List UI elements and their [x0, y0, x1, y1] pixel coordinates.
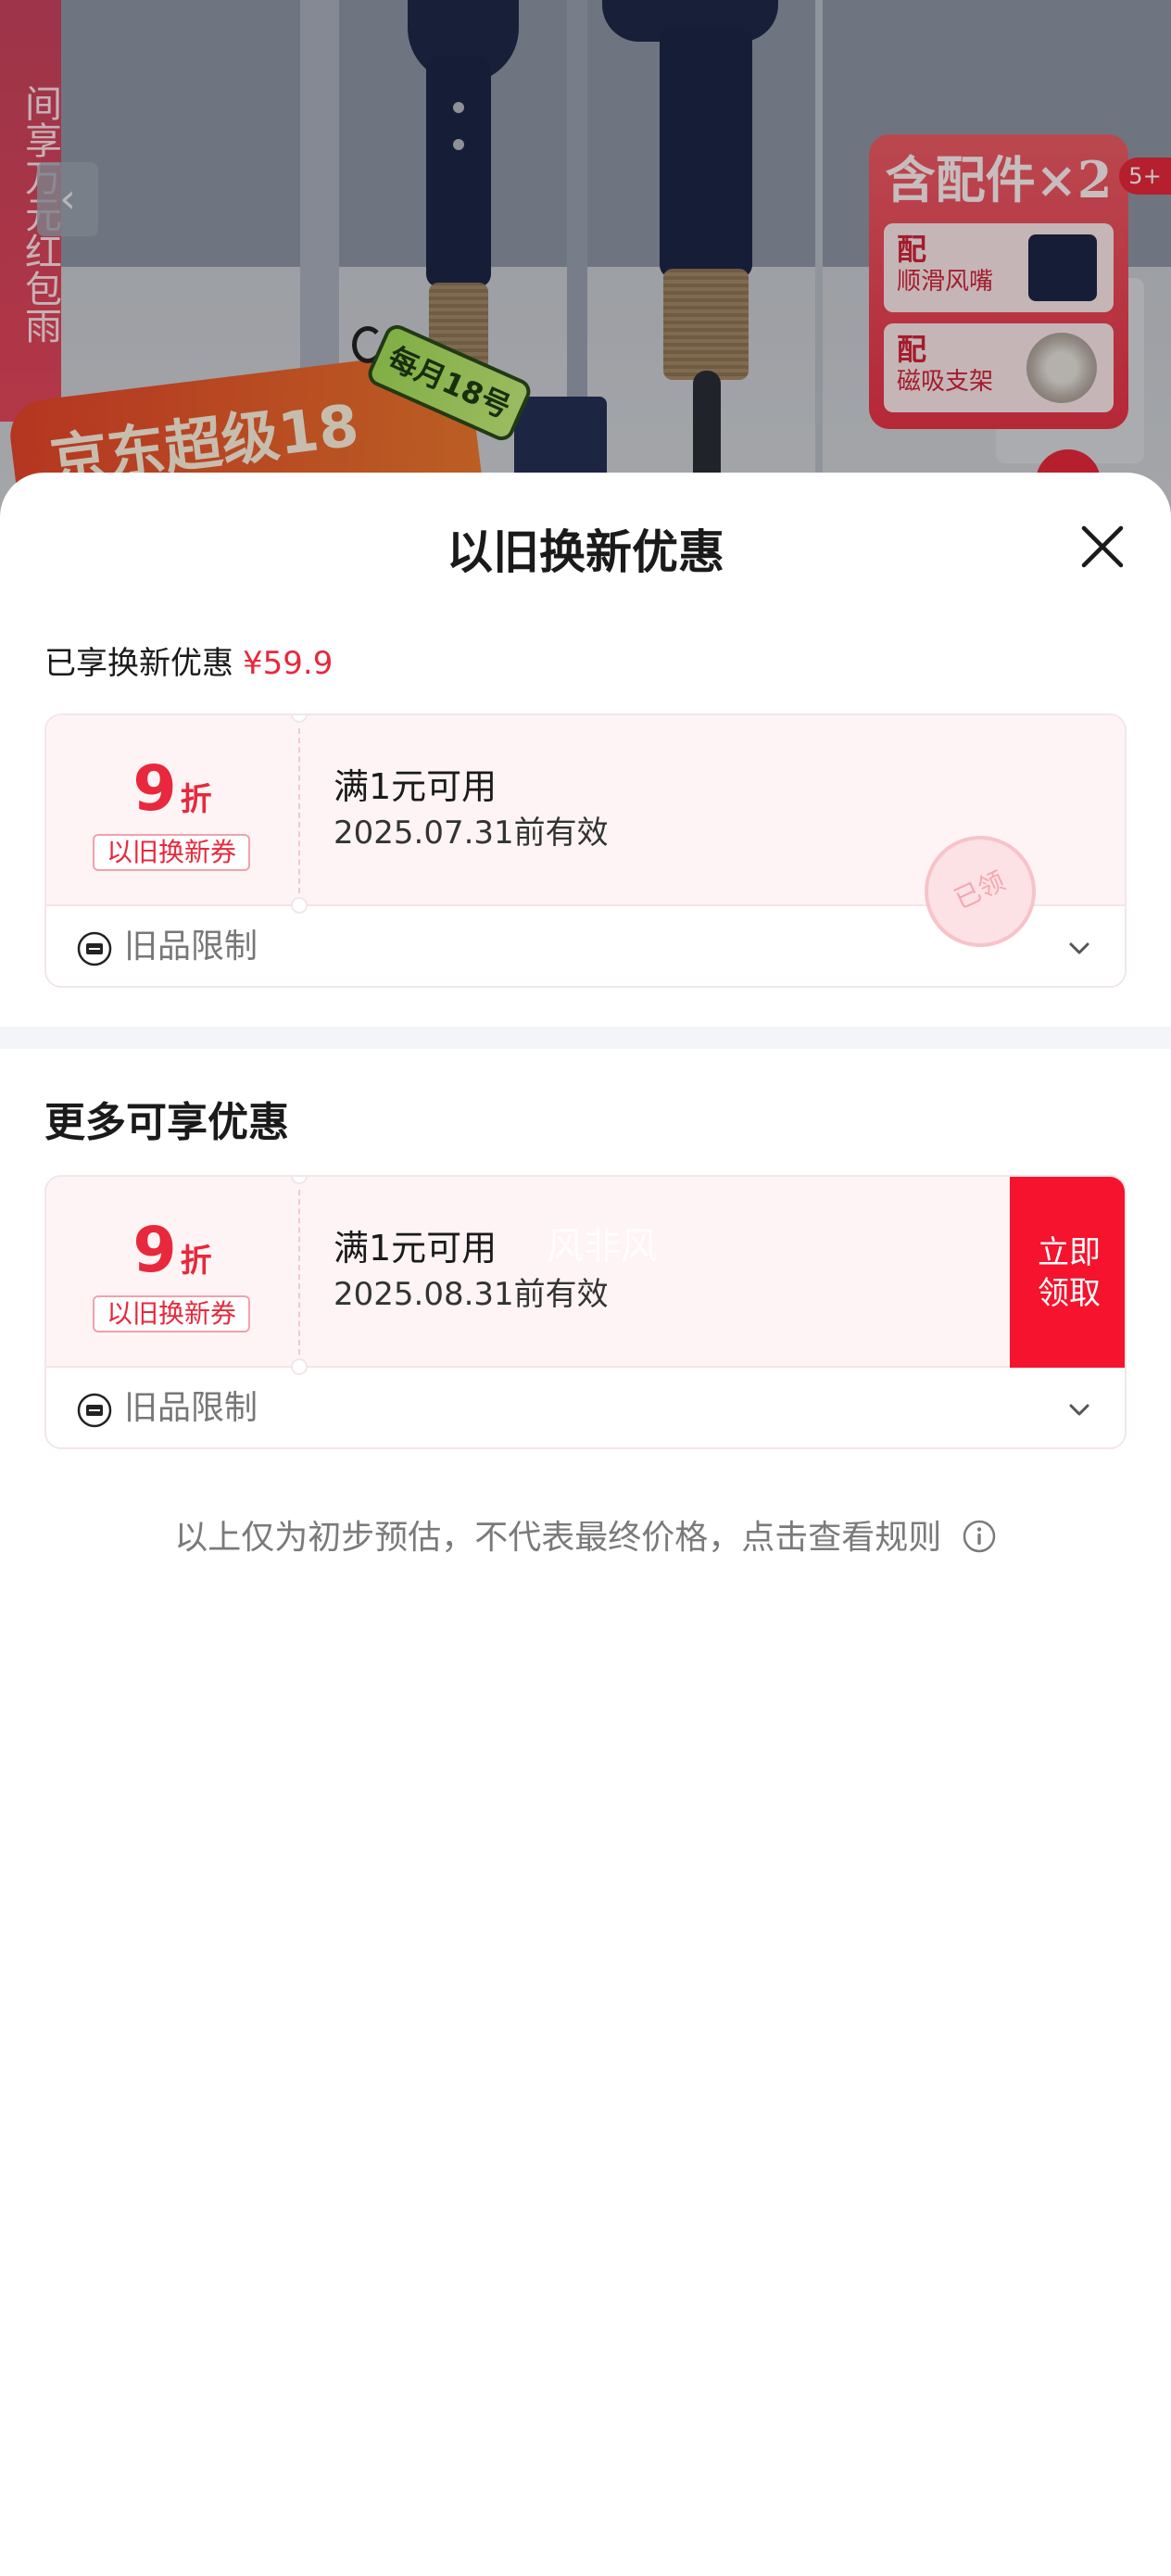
- footnote-text: 以上仅为初步预估，不代表最终价格，点击查看规则: [174, 1519, 942, 1557]
- coupon-divider: [298, 728, 300, 893]
- sheet-title: 以旧换新优惠: [447, 525, 724, 579]
- discount-number: 9: [132, 1214, 177, 1287]
- coupon-discount-area: 9折 以旧换新券: [46, 1177, 298, 1368]
- enjoyed-label: 已享换新优惠: [44, 645, 233, 682]
- old-item-restriction-toggle[interactable]: 旧品限制: [46, 1368, 1125, 1447]
- coupon-condition: 满1元可用: [334, 1228, 497, 1269]
- modal-overlay[interactable]: [0, 0, 1171, 519]
- claimed-coupon-card: 9折 以旧换新券 满1元可用 2025.07.31前有效 已领 旧品限制: [44, 713, 1127, 988]
- coupon-validity: 2025.07.31前有效: [334, 814, 609, 852]
- available-coupon-card: 9折 以旧换新券 满1元可用 风非风 2025.08.31前有效 立即 领取 旧…: [44, 1175, 1127, 1449]
- ghost-text: 风非风: [547, 1225, 658, 1268]
- coupon-type-label: 以旧换新券: [93, 1295, 250, 1332]
- claim-now-button[interactable]: 立即 领取: [1010, 1177, 1125, 1368]
- rules-footnote-link[interactable]: 以上仅为初步预估，不代表最终价格，点击查看规则: [0, 1501, 1171, 1575]
- coupon-body: 9折 以旧换新券 满1元可用 2025.07.31前有效 已领: [46, 715, 1125, 966]
- restriction-label: 旧品限制: [124, 928, 258, 966]
- section-divider: [0, 1027, 1171, 1049]
- chevron-down-icon: [1069, 1404, 1089, 1416]
- discount-value: 9折: [46, 1218, 298, 1300]
- claim-label-line2: 领取: [1038, 1275, 1101, 1312]
- coupon-validity: 2025.08.31前有效: [334, 1276, 609, 1313]
- restriction-label: 旧品限制: [124, 1389, 258, 1427]
- enjoyed-discount-summary: 已享换新优惠 ¥59.9: [44, 636, 333, 691]
- discount-number: 9: [132, 752, 177, 826]
- enjoyed-amount: ¥59.9: [243, 645, 334, 682]
- old-item-restriction-toggle[interactable]: 旧品限制: [46, 906, 1125, 986]
- chevron-down-icon: [1069, 942, 1089, 954]
- trade-in-offer-sheet: 以旧换新优惠 已享换新优惠 ¥59.9 9折 以旧换新券 满1元可用 2025.0…: [0, 473, 1171, 2576]
- coupon-condition: 满1元可用: [334, 766, 497, 807]
- ticket-icon: [77, 931, 112, 966]
- coupon-divider: [298, 1190, 300, 1355]
- coupon-discount-area: 9折 以旧换新券: [46, 715, 298, 906]
- discount-value: 9折: [46, 756, 298, 839]
- more-offers-title: 更多可享优惠: [44, 1099, 289, 1146]
- coupon-type-label: 以旧换新券: [93, 834, 250, 871]
- coupon-body: 9折 以旧换新券 满1元可用 风非风 2025.08.31前有效 立即 领取: [46, 1177, 1125, 1368]
- claim-label-line1: 立即: [1038, 1234, 1101, 1271]
- ticket-icon: [77, 1393, 112, 1428]
- discount-unit: 折: [180, 781, 212, 818]
- close-icon[interactable]: [1075, 519, 1130, 575]
- discount-unit: 折: [180, 1243, 212, 1280]
- info-icon: [963, 1520, 995, 1553]
